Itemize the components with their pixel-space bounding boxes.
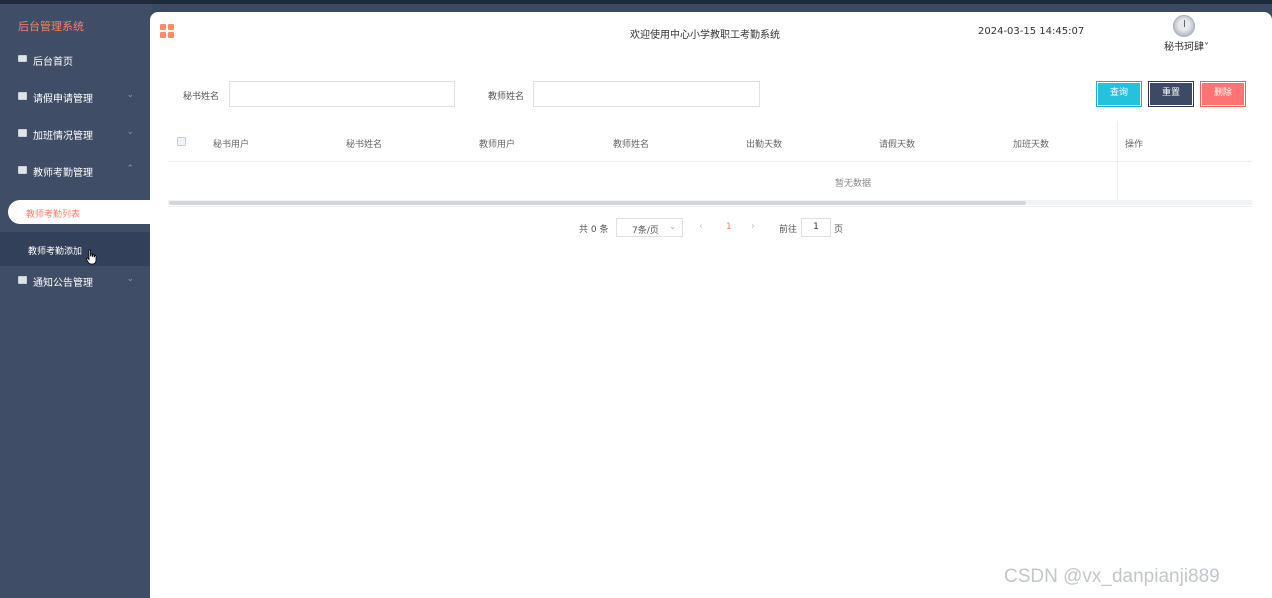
sidebar-subitem-attendance-list[interactable]: 教师考勤列表 [8,200,151,224]
page-number-current[interactable]: 1 [726,222,732,232]
sidebar-item-overtime[interactable]: 加班情况管理 ⌄ [0,116,150,152]
checkbox-icon [18,129,27,137]
delete-button[interactable]: 删除 [1200,81,1246,107]
sidebar-item-label: 教师考勤管理 [33,168,93,179]
sidebar-subitem-attendance-add[interactable]: 教师考勤添加 [0,232,150,266]
select-all-checkbox[interactable] [177,137,186,146]
table-divider [168,206,1252,207]
chevron-up-icon: ⌃ [126,164,134,174]
sidebar-item-label: 加班情况管理 [33,131,93,142]
fixed-column-divider [1117,122,1118,206]
goto-page-input[interactable]: 1 [801,218,831,237]
sidebar-item-leave[interactable]: 请假申请管理 ⌄ [0,79,150,115]
table-header: 秘书用户 秘书姓名 教师用户 教师姓名 出勤天数 请假天数 加班天数 操作 [168,124,1252,162]
secretary-name-label: 秘书姓名 [183,92,220,102]
chevron-down-icon: ⌄ [669,222,676,231]
column-header: 加班天数 [1013,140,1050,150]
column-header: 操作 [1125,140,1144,150]
sidebar-item-label: 通知公告管理 [33,278,93,289]
column-header: 秘书用户 [213,140,250,150]
app-brand: 后台管理系统 [18,20,84,33]
grid-menu-icon[interactable] [160,24,174,38]
sidebar-subitem-label: 教师考勤列表 [26,210,81,220]
current-datetime: 2024-03-15 14:45:07 [978,26,1085,37]
next-page-button[interactable]: › [751,221,755,232]
column-header: 教师姓名 [613,140,650,150]
sidebar-item-notice[interactable]: 通知公告管理 ⌄ [0,263,150,299]
column-header: 秘书姓名 [346,140,383,150]
chevron-down-icon: ⌄ [126,127,134,137]
page-size-select[interactable]: 7条/页 ⌄ [616,218,683,237]
secretary-name-input[interactable] [229,81,455,107]
goto-label: 前往 [779,225,798,235]
page-unit-label: 页 [834,225,844,235]
page-size-value: 7条/页 [632,226,659,236]
sidebar-item-label: 请假申请管理 [33,94,93,105]
scrollbar-thumb[interactable] [169,201,1026,205]
user-menu[interactable]: 秘书珂肆˅ [1164,38,1209,53]
query-button[interactable]: 查询 [1096,81,1142,107]
monitor-icon [18,55,27,62]
teacher-name-label: 教师姓名 [488,92,525,102]
column-header: 请假天数 [879,140,916,150]
main-panel: 欢迎使用中心小学教职工考勤系统 2024-03-15 14:45:07 秘书珂肆… [150,12,1272,598]
watermark: CSDN @vx_danpianji889 [1004,566,1220,587]
empty-state-text: 暂无数据 [835,179,872,189]
prev-page-button[interactable]: ‹ [699,221,703,232]
sidebar-item-attendance[interactable]: 教师考勤管理 ⌃ [0,153,150,189]
pagination-total: 共 0 条 [579,225,609,235]
column-header: 教师用户 [479,140,516,150]
column-header: 出勤天数 [746,140,783,150]
window-top-strip [0,0,1272,4]
sidebar-subitem-label: 教师考勤添加 [28,247,83,257]
sidebar: 后台管理系统 后台首页 请假申请管理 ⌄ 加班情况管理 ⌄ 教师考勤管理 ⌃ 教… [0,4,152,598]
checkbox-icon [18,166,27,174]
welcome-text: 欢迎使用中心小学教职工考勤系统 [630,30,780,41]
chevron-down-icon: ⌄ [126,274,134,284]
sidebar-item-label: 后台首页 [33,57,73,68]
checkbox-icon [18,276,27,284]
hand-cursor-icon [86,249,97,265]
avatar[interactable] [1173,15,1195,37]
chevron-down-icon: ⌄ [126,90,134,100]
checkbox-icon [18,92,27,100]
reset-button[interactable]: 重置 [1148,81,1194,107]
sidebar-item-home[interactable]: 后台首页 [0,42,150,78]
teacher-name-input[interactable] [533,81,760,107]
